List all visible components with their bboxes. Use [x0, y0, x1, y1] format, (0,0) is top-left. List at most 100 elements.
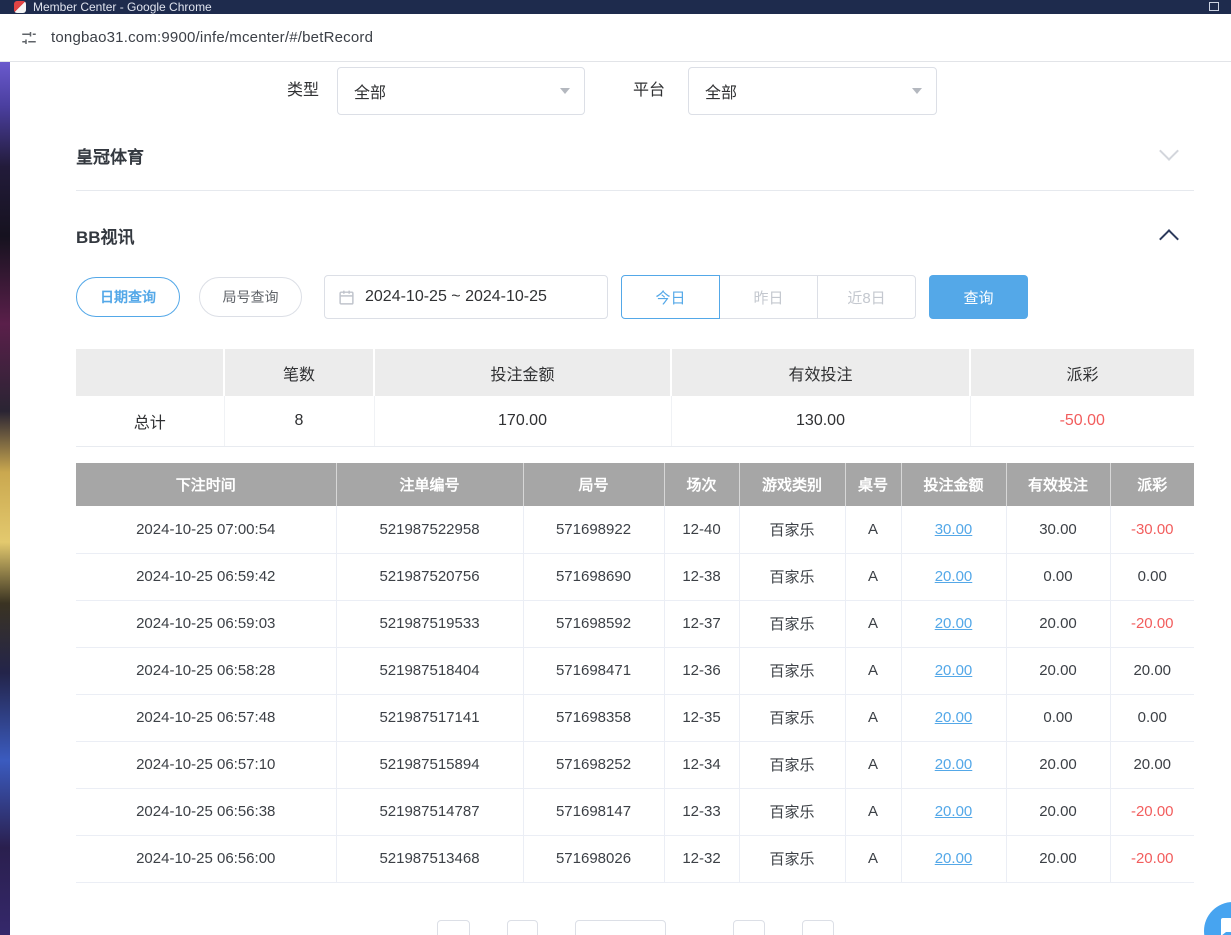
- cell-game-type: 百家乐: [739, 741, 845, 788]
- bet-table-header-bet-amount: 投注金额: [901, 463, 1006, 506]
- pagination-first-button[interactable]: [437, 920, 470, 935]
- cell-bet-time: 2024-10-25 06:59:03: [76, 600, 336, 647]
- date-range-value: 2024-10-25 ~ 2024-10-25: [365, 288, 547, 306]
- cell-payout: 20.00: [1110, 741, 1194, 788]
- cell-round-number: 571698026: [523, 835, 664, 882]
- summary-header-empty: [76, 349, 224, 396]
- cell-bet-time: 2024-10-25 06:59:42: [76, 553, 336, 600]
- cell-session: 12-35: [664, 694, 739, 741]
- chat-bubble-icon: [1217, 915, 1231, 935]
- cell-order-number: 521987519533: [336, 600, 523, 647]
- cell-table-number: A: [845, 741, 901, 788]
- cell-bet-amount[interactable]: 20.00: [901, 694, 1006, 741]
- summary-total-row: 总计 8 170.00 130.00 -50.00: [76, 396, 1194, 446]
- today-button[interactable]: 今日: [621, 275, 720, 319]
- bet-table-header-row: 下注时间注单编号局号场次游戏类别桌号投注金额有效投注派彩: [76, 463, 1194, 506]
- chevron-up-icon[interactable]: [1159, 229, 1179, 249]
- summary-header-payout: 派彩: [970, 349, 1194, 396]
- cell-valid-bet: 20.00: [1006, 647, 1110, 694]
- table-row: 2024-10-25 06:59:03521987519533571698592…: [76, 600, 1194, 647]
- summary-header-bet-amount: 投注金额: [374, 349, 671, 396]
- chevron-down-icon[interactable]: [1159, 141, 1179, 161]
- summary-payout-value: -50.00: [970, 396, 1194, 446]
- yesterday-button[interactable]: 昨日: [719, 275, 818, 319]
- site-settings-icon[interactable]: [20, 29, 38, 47]
- app-icon: [14, 1, 26, 13]
- type-filter-label: 类型: [287, 81, 319, 101]
- table-row: 2024-10-25 06:56:38521987514787571698147…: [76, 788, 1194, 835]
- background-window-strip: [0, 62, 10, 935]
- cell-order-number: 521987522958: [336, 506, 523, 553]
- cell-session: 12-37: [664, 600, 739, 647]
- bet-record-table: 下注时间注单编号局号场次游戏类别桌号投注金额有效投注派彩 2024-10-25 …: [76, 463, 1194, 883]
- date-range-input[interactable]: 2024-10-25 ~ 2024-10-25: [324, 275, 608, 319]
- table-row: 2024-10-25 07:00:54521987522958571698922…: [76, 506, 1194, 553]
- tab-round-query[interactable]: 局号查询: [199, 277, 302, 317]
- url-text[interactable]: tongbao31.com:9900/infe/mcenter/#/betRec…: [51, 29, 373, 46]
- pagination-prev-button[interactable]: [507, 920, 538, 935]
- cell-game-type: 百家乐: [739, 647, 845, 694]
- cell-valid-bet: 20.00: [1006, 788, 1110, 835]
- summary-header-count: 笔数: [224, 349, 374, 396]
- cell-bet-amount[interactable]: 20.00: [901, 553, 1006, 600]
- last-8-days-button[interactable]: 近8日: [817, 275, 916, 319]
- cell-table-number: A: [845, 788, 901, 835]
- window-titlebar: Member Center - Google Chrome: [0, 0, 1231, 14]
- cell-bet-amount[interactable]: 20.00: [901, 835, 1006, 882]
- cell-order-number: 521987515894: [336, 741, 523, 788]
- restore-window-icon[interactable]: [1209, 2, 1219, 11]
- section-divider: [76, 190, 1194, 191]
- cell-session: 12-38: [664, 553, 739, 600]
- bet-table-header-game-type: 游戏类别: [739, 463, 845, 506]
- bet-table-header-payout: 派彩: [1110, 463, 1194, 506]
- cell-bet-amount[interactable]: 20.00: [901, 600, 1006, 647]
- cell-table-number: A: [845, 835, 901, 882]
- cell-session: 12-40: [664, 506, 739, 553]
- cell-game-type: 百家乐: [739, 600, 845, 647]
- pagination-page-input[interactable]: [575, 920, 666, 935]
- cell-bet-amount[interactable]: 20.00: [901, 647, 1006, 694]
- bet-table-header-table-number: 桌号: [845, 463, 901, 506]
- cell-table-number: A: [845, 694, 901, 741]
- cell-game-type: 百家乐: [739, 835, 845, 882]
- type-select-value: 全部: [354, 79, 386, 103]
- calendar-icon: [338, 289, 355, 306]
- summary-bet-amount-value: 170.00: [374, 396, 671, 446]
- cell-session: 12-32: [664, 835, 739, 882]
- cell-payout: -30.00: [1110, 506, 1194, 553]
- summary-valid-bet-value: 130.00: [671, 396, 970, 446]
- platform-select[interactable]: 全部: [688, 67, 937, 115]
- platform-select-value: 全部: [705, 79, 737, 103]
- pagination-last-button[interactable]: [802, 920, 834, 935]
- cell-payout: -20.00: [1110, 835, 1194, 882]
- table-row: 2024-10-25 06:57:48521987517141571698358…: [76, 694, 1194, 741]
- cell-bet-amount[interactable]: 20.00: [901, 741, 1006, 788]
- cell-game-type: 百家乐: [739, 694, 845, 741]
- cell-round-number: 571698252: [523, 741, 664, 788]
- search-button[interactable]: 查询: [929, 275, 1028, 319]
- bet-table-header-valid-bet: 有效投注: [1006, 463, 1110, 506]
- section-bb-video-title: BB视讯: [76, 223, 135, 248]
- cell-bet-amount[interactable]: 30.00: [901, 506, 1006, 553]
- cell-bet-amount[interactable]: 20.00: [901, 788, 1006, 835]
- cell-order-number: 521987513468: [336, 835, 523, 882]
- pagination-next-button[interactable]: [733, 920, 765, 935]
- cell-bet-time: 2024-10-25 06:58:28: [76, 647, 336, 694]
- summary-total-label: 总计: [76, 396, 224, 446]
- summary-count-value: 8: [224, 396, 374, 446]
- summary-header-valid-bet: 有效投注: [671, 349, 970, 396]
- cell-session: 12-34: [664, 741, 739, 788]
- browser-url-bar: tongbao31.com:9900/infe/mcenter/#/betRec…: [0, 14, 1231, 62]
- type-select[interactable]: 全部: [337, 67, 585, 115]
- cell-payout: 0.00: [1110, 694, 1194, 741]
- tab-date-query[interactable]: 日期查询: [76, 277, 180, 317]
- cell-table-number: A: [845, 647, 901, 694]
- cell-bet-time: 2024-10-25 06:57:48: [76, 694, 336, 741]
- cell-valid-bet: 30.00: [1006, 506, 1110, 553]
- cell-table-number: A: [845, 506, 901, 553]
- table-row: 2024-10-25 06:59:42521987520756571698690…: [76, 553, 1194, 600]
- cell-payout: -20.00: [1110, 788, 1194, 835]
- cell-valid-bet: 0.00: [1006, 694, 1110, 741]
- summary-table: 笔数 投注金额 有效投注 派彩 总计 8 170.00 130.00 -50.0…: [76, 349, 1194, 447]
- bet-record-page: 类型 全部 平台 全部 皇冠体育 BB视讯 日期查询 局号查询 2024-10-…: [0, 62, 1231, 935]
